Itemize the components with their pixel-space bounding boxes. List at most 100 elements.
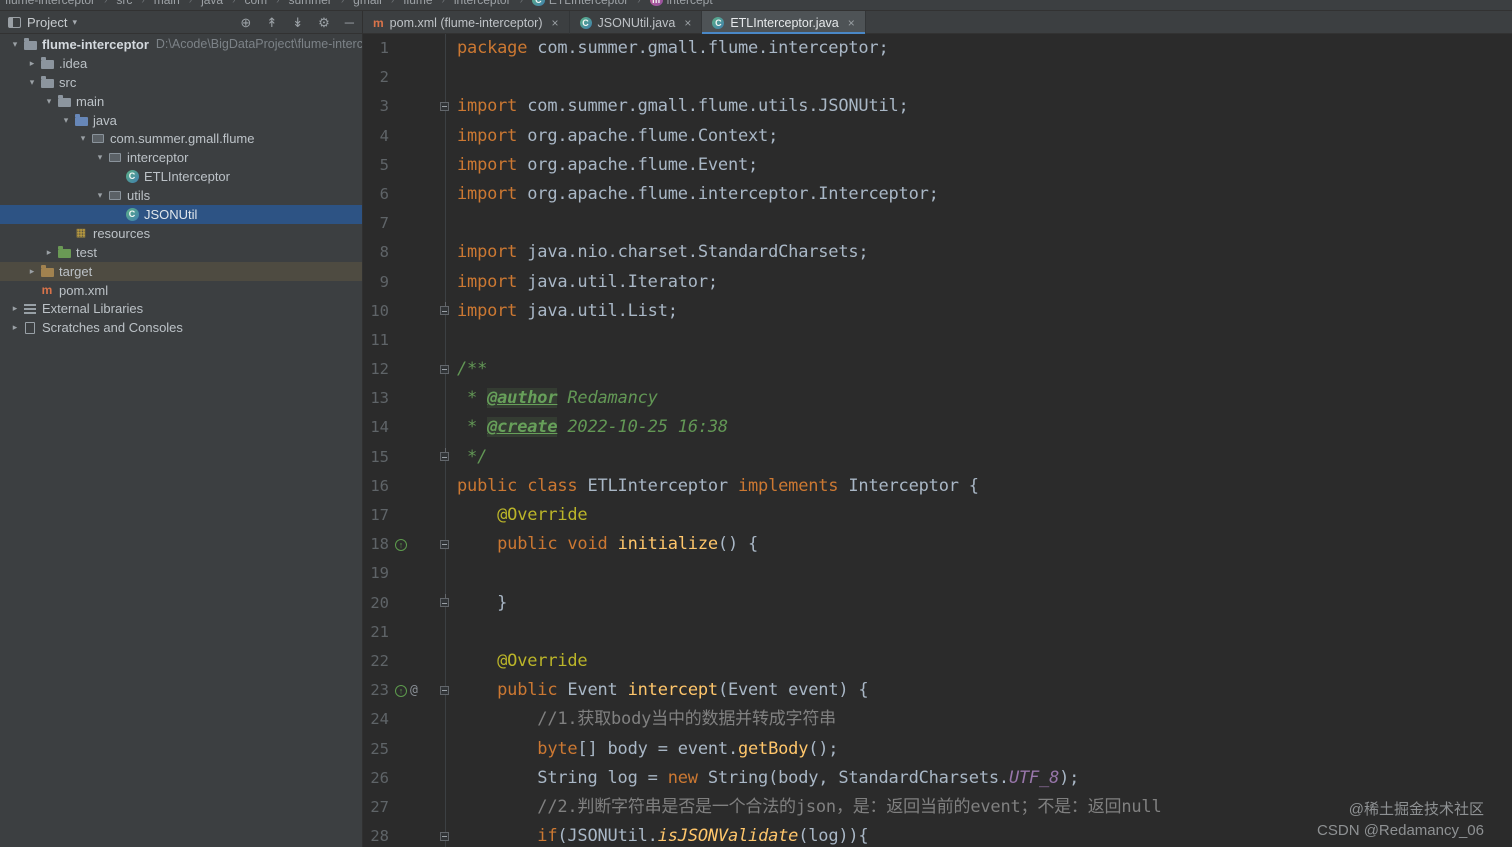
breadcrumb-item[interactable]: java [201, 0, 223, 7]
fold-marker[interactable] [440, 539, 449, 549]
code-line[interactable]: 23 ↑ @ public Event intercept(Event event)… [363, 676, 1512, 705]
tree-item-com-summer-gmall-flume[interactable]: ▾ com.summer.gmall.flume [0, 129, 362, 148]
chevron-right-icon[interactable]: ▸ [42, 247, 56, 258]
tree-item-etlinterceptor[interactable]: C ETLInterceptor [0, 167, 362, 186]
code-editor[interactable]: 1 package com.summer.gmall.flume.intercep… [363, 34, 1512, 847]
editor-tab-jsonutil-java[interactable]: C JSONUtil.java × [570, 11, 703, 34]
tree-item-flume-interceptor[interactable]: ▾ flume-interceptor D:\Acode\BigDataProjec… [0, 35, 362, 54]
tree-item-main[interactable]: ▾ main [0, 92, 362, 111]
code-text: @Override [497, 650, 588, 671]
tree-item-icon-wrap: C [124, 207, 140, 221]
code-line[interactable]: 22 @Override [363, 647, 1512, 676]
code-line[interactable]: 17 @Override [363, 501, 1512, 530]
code-line[interactable]: 15 */ [363, 443, 1512, 472]
collapse-all-icon[interactable]: ↡ [292, 16, 303, 29]
fold-marker[interactable] [440, 685, 449, 695]
code-line[interactable]: 11 [363, 326, 1512, 355]
fold-marker[interactable] [440, 302, 449, 316]
code-line[interactable]: 18 ↑ public void initialize() { [363, 530, 1512, 559]
breadcrumb-item[interactable]: flume-interceptor [5, 0, 95, 7]
code-line[interactable]: 20 } [363, 589, 1512, 618]
code-line[interactable]: 3 import com.summer.gmall.flume.utils.JSO… [363, 92, 1512, 121]
code-line[interactable]: 9 import java.util.Iterator; [363, 268, 1512, 297]
code-line[interactable]: 5 import org.apache.flume.Event; [363, 151, 1512, 180]
override-gutter-icon[interactable]: ↑ [395, 538, 407, 551]
breadcrumb-item[interactable]: gmall [353, 0, 382, 7]
tree-item-idea[interactable]: ▸ .idea [0, 54, 362, 73]
chevron-down-icon[interactable]: ▾ [8, 39, 22, 50]
tree-item-icon-wrap: ▦ [73, 227, 89, 239]
chevron-right-icon[interactable]: ▸ [25, 58, 39, 69]
breadcrumb-method-item[interactable]: mintercept [649, 0, 713, 7]
fold-marker[interactable] [440, 101, 449, 111]
code-text: import java.nio.charset.StandardCharsets… [457, 242, 869, 263]
close-icon[interactable]: × [552, 17, 559, 29]
code-line[interactable]: 8 import java.nio.charset.StandardCharset… [363, 238, 1512, 267]
chevron-down-icon[interactable]: ▾ [25, 77, 39, 88]
breadcrumb-item[interactable]: interceptor [454, 0, 511, 7]
code-line[interactable]: 14 * @create 2022-10-25 16:38 [363, 413, 1512, 442]
tree-item-interceptor[interactable]: ▾ interceptor [0, 148, 362, 167]
chevron-down-icon[interactable]: ▾ [93, 190, 107, 201]
code-line[interactable]: 12 /** [363, 355, 1512, 384]
tree-item-external-libraries[interactable]: ▸ External Libraries [0, 299, 362, 318]
close-icon[interactable]: × [684, 17, 691, 29]
tree-item-resources[interactable]: ▦ resources [0, 224, 362, 243]
project-tool-window: Project ▾ ⊕ ↟ ↡ ⚙ ─ ▾ flume-interceptor D:\Aco… [0, 11, 363, 847]
locate-icon[interactable]: ⊕ [240, 16, 251, 29]
chevron-down-icon[interactable]: ▾ [93, 152, 107, 163]
override-gutter-icon[interactable]: ↑ [395, 684, 407, 697]
code-line[interactable]: 1 package com.summer.gmall.flume.intercep… [363, 34, 1512, 63]
chevron-right-icon[interactable]: ▸ [25, 266, 39, 277]
tree-item-utils[interactable]: ▾ utils [0, 186, 362, 205]
annotation-gutter-icon[interactable]: @ [410, 683, 418, 698]
tree-item-src[interactable]: ▾ src [0, 73, 362, 92]
editor-tab-etlinterceptor-java[interactable]: C ETLInterceptor.java × [702, 11, 866, 34]
class-icon: C [712, 16, 725, 29]
tree-item-scratches-and-consoles[interactable]: ▸ Scratches and Consoles [0, 318, 362, 337]
breadcrumb-class-item[interactable]: CETLInterceptor [531, 0, 628, 7]
chevron-down-icon[interactable]: ▾ [59, 115, 73, 126]
expand-all-icon[interactable]: ↟ [266, 16, 277, 29]
chevron-down-icon[interactable]: ▾ [72, 17, 77, 28]
hide-panel-icon[interactable]: ─ [345, 16, 354, 29]
main-row: Project ▾ ⊕ ↟ ↡ ⚙ ─ ▾ flume-interceptor D:\Aco… [0, 11, 1512, 847]
code-line[interactable]: 16 public class ETLInterceptor implements… [363, 472, 1512, 501]
source-folder-icon [74, 113, 88, 126]
code-line[interactable]: 21 [363, 618, 1512, 647]
code-line[interactable]: 25 byte[] body = event.getBody(); [363, 735, 1512, 764]
breadcrumb-item[interactable]: src [116, 0, 132, 7]
chevron-down-icon[interactable]: ▾ [42, 96, 56, 107]
tree-item-target[interactable]: ▸ target [0, 261, 362, 281]
code-line[interactable]: 7 [363, 209, 1512, 238]
code-line[interactable]: 24 //1.获取body当中的数据并转成字符串 [363, 705, 1512, 734]
fold-marker[interactable] [440, 448, 449, 462]
chevron-down-icon[interactable]: ▾ [76, 133, 90, 144]
tree-item-java[interactable]: ▾ java [0, 111, 362, 130]
breadcrumb-item[interactable]: com [244, 0, 267, 7]
editor-tab-pom-xml-flume-interceptor[interactable]: m pom.xml (flume-interceptor) × [363, 11, 570, 34]
project-tree: ▾ flume-interceptor D:\Acode\BigDataProjec… [0, 34, 362, 847]
code-line[interactable]: 13 * @author Redamancy [363, 384, 1512, 413]
tree-item-label: pom.xml [59, 282, 109, 298]
fold-marker[interactable] [440, 594, 449, 608]
code-line[interactable]: 6 import org.apache.flume.interceptor.Int… [363, 180, 1512, 209]
code-line[interactable]: 2 [363, 63, 1512, 92]
fold-marker[interactable] [440, 831, 449, 841]
breadcrumb-item[interactable]: main [154, 0, 180, 7]
tree-item-jsonutil[interactable]: C JSONUtil [0, 205, 362, 224]
tree-item-test[interactable]: ▸ test [0, 243, 362, 262]
chevron-right-icon[interactable]: ▸ [8, 322, 22, 333]
close-icon[interactable]: × [848, 17, 855, 29]
code-line[interactable]: 4 import org.apache.flume.Context; [363, 122, 1512, 151]
chevron-right-icon[interactable]: ▸ [8, 303, 22, 314]
code-line[interactable]: 19 [363, 559, 1512, 588]
code-line[interactable]: 10 import java.util.List; [363, 297, 1512, 326]
tree-item-pom-xml[interactable]: m pom.xml [0, 281, 362, 300]
code-text: import com.summer.gmall.flume.utils.JSON… [457, 96, 909, 117]
settings-gear-icon[interactable]: ⚙ [318, 16, 330, 29]
breadcrumb-item[interactable]: summer [288, 0, 331, 7]
fold-marker[interactable] [440, 364, 449, 374]
code-line[interactable]: 26 String log = new String(body, Standar… [363, 764, 1512, 793]
breadcrumb-item[interactable]: flume [403, 0, 432, 7]
